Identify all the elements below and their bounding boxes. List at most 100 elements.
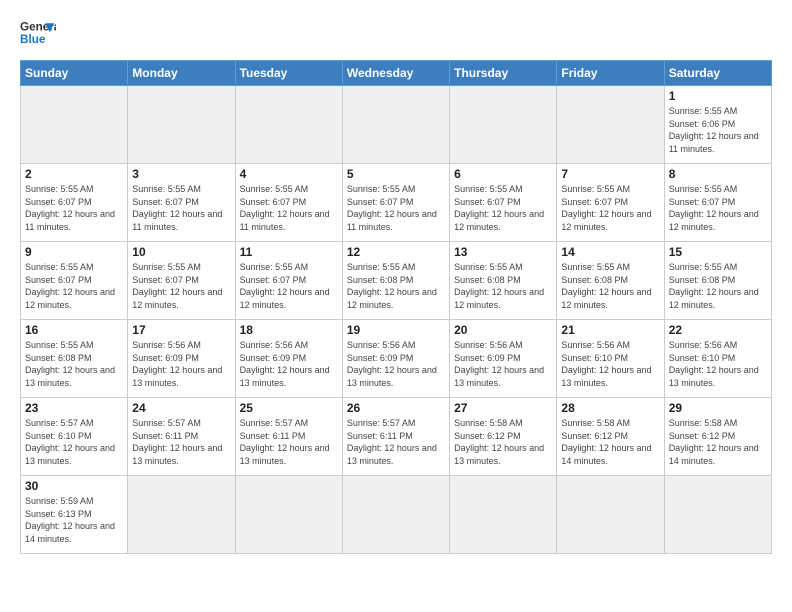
logo-icon: General Blue [20,16,56,52]
day-number: 13 [454,245,552,259]
week-row-6: 30 Sunrise: 5:59 AM Sunset: 6:13 PM Dayli… [21,476,772,554]
day-info: Sunrise: 5:55 AM Sunset: 6:08 PM Dayligh… [25,339,123,389]
week-row-2: 2 Sunrise: 5:55 AM Sunset: 6:07 PM Daylig… [21,164,772,242]
day-cell: 16 Sunrise: 5:55 AM Sunset: 6:08 PM Dayli… [21,320,128,398]
day-info: Sunrise: 5:55 AM Sunset: 6:08 PM Dayligh… [669,261,767,311]
day-number: 6 [454,167,552,181]
day-cell: 24Sunrise: 5:57 AM Sunset: 6:11 PM Dayli… [128,398,235,476]
day-cell: 4Sunrise: 5:55 AM Sunset: 6:07 PM Daylig… [235,164,342,242]
day-cell [342,86,449,164]
day-cell: 14 Sunrise: 5:55 AM Sunset: 6:08 PM Dayli… [557,242,664,320]
day-info: Sunrise: 5:55 AM Sunset: 6:07 PM Dayligh… [240,261,338,311]
day-cell: 2Sunrise: 5:55 AM Sunset: 6:07 PM Daylig… [21,164,128,242]
day-cell: 27Sunrise: 5:58 AM Sunset: 6:12 PM Dayli… [450,398,557,476]
day-number: 8 [669,167,767,181]
day-cell: 8 Sunrise: 5:55 AM Sunset: 6:07 PM Daylig… [664,164,771,242]
day-cell: 1Sunrise: 5:55 AM Sunset: 6:06 PM Daylig… [664,86,771,164]
day-number: 15 [669,245,767,259]
day-info: Sunrise: 5:55 AM Sunset: 6:07 PM Dayligh… [132,261,230,311]
day-cell: 10Sunrise: 5:55 AM Sunset: 6:07 PM Dayli… [128,242,235,320]
day-info: Sunrise: 5:56 AM Sunset: 6:09 PM Dayligh… [240,339,338,389]
day-cell: 15 Sunrise: 5:55 AM Sunset: 6:08 PM Dayli… [664,242,771,320]
day-cell: 22 Sunrise: 5:56 AM Sunset: 6:10 PM Dayli… [664,320,771,398]
day-cell: 29 Sunrise: 5:58 AM Sunset: 6:12 PM Dayli… [664,398,771,476]
day-number: 29 [669,401,767,415]
svg-text:Blue: Blue [20,33,46,46]
day-cell [342,476,449,554]
day-number: 7 [561,167,659,181]
calendar: SundayMondayTuesdayWednesdayThursdayFrid… [20,60,772,554]
week-row-5: 23 Sunrise: 5:57 AM Sunset: 6:10 PM Dayli… [21,398,772,476]
weekday-header-sunday: Sunday [21,61,128,86]
day-number: 3 [132,167,230,181]
page: General Blue SundayMondayTuesdayWednesda… [0,0,792,564]
day-cell: 21Sunrise: 5:56 AM Sunset: 6:10 PM Dayli… [557,320,664,398]
weekday-header-row: SundayMondayTuesdayWednesdayThursdayFrid… [21,61,772,86]
day-cell [235,476,342,554]
day-number: 25 [240,401,338,415]
day-cell: 18 Sunrise: 5:56 AM Sunset: 6:09 PM Dayli… [235,320,342,398]
day-number: 28 [561,401,659,415]
day-number: 24 [132,401,230,415]
day-number: 2 [25,167,123,181]
day-cell: 9 Sunrise: 5:55 AM Sunset: 6:07 PM Daylig… [21,242,128,320]
day-number: 22 [669,323,767,337]
logo: General Blue [20,16,56,52]
day-number: 9 [25,245,123,259]
day-info: Sunrise: 5:55 AM Sunset: 6:07 PM Dayligh… [669,183,767,233]
day-info: Sunrise: 5:55 AM Sunset: 6:08 PM Dayligh… [347,261,445,311]
day-info: Sunrise: 5:56 AM Sunset: 6:10 PM Dayligh… [561,339,659,389]
day-info: Sunrise: 5:55 AM Sunset: 6:07 PM Dayligh… [132,183,230,233]
day-number: 20 [454,323,552,337]
day-number: 30 [25,479,123,493]
day-cell [450,476,557,554]
day-info: Sunrise: 5:59 AM Sunset: 6:13 PM Dayligh… [25,495,123,545]
day-info: Sunrise: 5:56 AM Sunset: 6:09 PM Dayligh… [454,339,552,389]
day-number: 27 [454,401,552,415]
day-number: 16 [25,323,123,337]
weekday-header-wednesday: Wednesday [342,61,449,86]
day-info: Sunrise: 5:55 AM Sunset: 6:08 PM Dayligh… [561,261,659,311]
day-info: Sunrise: 5:56 AM Sunset: 6:10 PM Dayligh… [669,339,767,389]
day-number: 11 [240,245,338,259]
weekday-header-tuesday: Tuesday [235,61,342,86]
day-info: Sunrise: 5:55 AM Sunset: 6:07 PM Dayligh… [347,183,445,233]
day-cell: 3 Sunrise: 5:55 AM Sunset: 6:07 PM Daylig… [128,164,235,242]
day-number: 17 [132,323,230,337]
day-info: Sunrise: 5:55 AM Sunset: 6:07 PM Dayligh… [561,183,659,233]
day-cell: 17Sunrise: 5:56 AM Sunset: 6:09 PM Dayli… [128,320,235,398]
weekday-header-thursday: Thursday [450,61,557,86]
day-number: 18 [240,323,338,337]
day-info: Sunrise: 5:58 AM Sunset: 6:12 PM Dayligh… [669,417,767,467]
day-cell [557,476,664,554]
day-info: Sunrise: 5:55 AM Sunset: 6:07 PM Dayligh… [454,183,552,233]
day-number: 5 [347,167,445,181]
day-number: 12 [347,245,445,259]
day-cell: 23 Sunrise: 5:57 AM Sunset: 6:10 PM Dayli… [21,398,128,476]
day-cell: 20 Sunrise: 5:56 AM Sunset: 6:09 PM Dayli… [450,320,557,398]
day-number: 14 [561,245,659,259]
day-info: Sunrise: 5:56 AM Sunset: 6:09 PM Dayligh… [347,339,445,389]
day-number: 4 [240,167,338,181]
day-cell: 28Sunrise: 5:58 AM Sunset: 6:12 PM Dayli… [557,398,664,476]
day-cell: 25 Sunrise: 5:57 AM Sunset: 6:11 PM Dayli… [235,398,342,476]
day-info: Sunrise: 5:55 AM Sunset: 6:08 PM Dayligh… [454,261,552,311]
day-cell [235,86,342,164]
day-number: 23 [25,401,123,415]
day-cell: 30 Sunrise: 5:59 AM Sunset: 6:13 PM Dayli… [21,476,128,554]
day-cell [450,86,557,164]
weekday-header-saturday: Saturday [664,61,771,86]
day-cell: 7 Sunrise: 5:55 AM Sunset: 6:07 PM Daylig… [557,164,664,242]
day-info: Sunrise: 5:57 AM Sunset: 6:11 PM Dayligh… [240,417,338,467]
weekday-header-friday: Friday [557,61,664,86]
day-cell [128,86,235,164]
day-cell [664,476,771,554]
week-row-1: 1Sunrise: 5:55 AM Sunset: 6:06 PM Daylig… [21,86,772,164]
day-cell: 11 Sunrise: 5:55 AM Sunset: 6:07 PM Dayli… [235,242,342,320]
week-row-3: 9 Sunrise: 5:55 AM Sunset: 6:07 PM Daylig… [21,242,772,320]
day-number: 26 [347,401,445,415]
day-cell [21,86,128,164]
day-info: Sunrise: 5:57 AM Sunset: 6:10 PM Dayligh… [25,417,123,467]
day-info: Sunrise: 5:55 AM Sunset: 6:07 PM Dayligh… [25,261,123,311]
weekday-header-monday: Monday [128,61,235,86]
